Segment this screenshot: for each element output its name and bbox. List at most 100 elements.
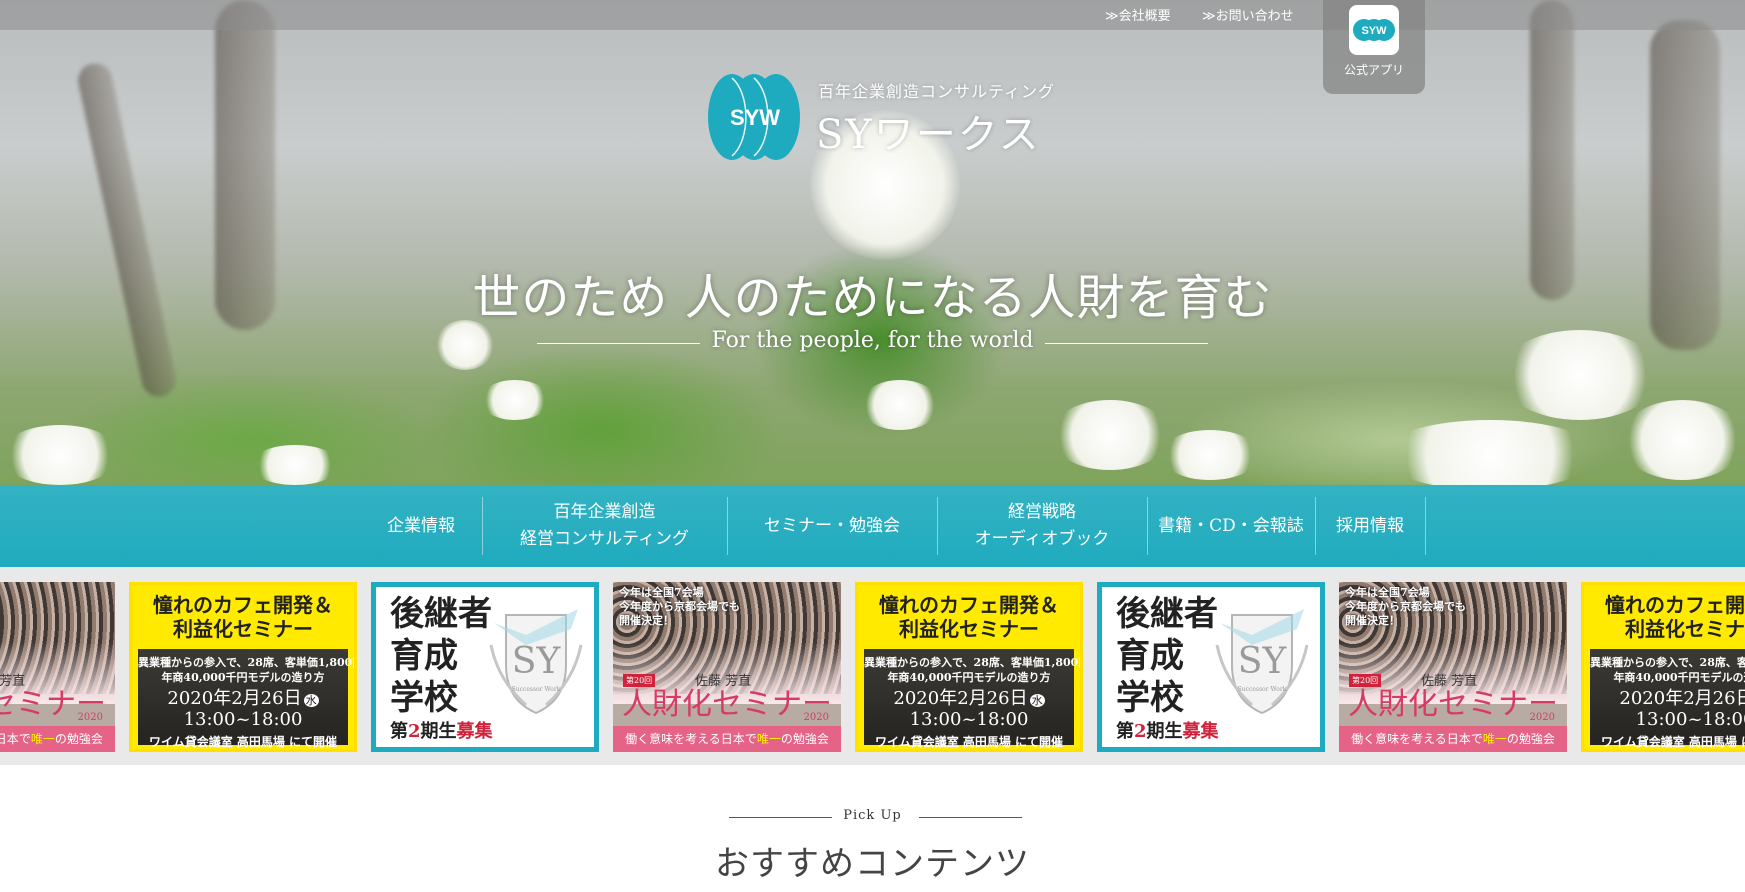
svg-text:SYW: SYW bbox=[1361, 25, 1387, 37]
contact-link[interactable]: ≫お問い合わせ bbox=[1202, 5, 1294, 24]
banner-tagline-text: の勉強会 bbox=[54, 732, 103, 746]
nav-item-recruit[interactable]: 採用情報 bbox=[1315, 485, 1425, 567]
weekday-badge: 水 bbox=[303, 694, 319, 707]
banner-tagline-text: 働く意味を考える日本で bbox=[625, 732, 757, 746]
banner-footer-number: 2 bbox=[1134, 721, 1147, 742]
nav-item-seminar[interactable]: セミナー・勉強会 bbox=[727, 485, 937, 567]
banner-title: 利益化セミナー bbox=[899, 617, 1039, 641]
banner-successor-school[interactable]: 後継者 育成 学校 SY Successor Work 第2期生募集 bbox=[371, 582, 599, 752]
nav-item-label: オーディオブック bbox=[974, 529, 1110, 549]
emblem-icon: SY Successor Work bbox=[489, 609, 583, 715]
banner-successor-school[interactable]: 後継者 育成 学校 SY Successor Work 第2期生募集 bbox=[1097, 582, 1325, 752]
banner-description: 年商40,000千円モデルの造り方 bbox=[1613, 671, 1745, 684]
banner-title: 利益化セミナー bbox=[173, 617, 313, 641]
nav-item-audiobook[interactable]: 経営戦略 オーディオブック bbox=[937, 485, 1147, 567]
company-overview-link[interactable]: ≫会社概要 bbox=[1105, 5, 1171, 24]
pickup-heading: おすすめコンテンツ bbox=[715, 844, 1030, 884]
banner-footer-text: 期生 bbox=[420, 721, 457, 742]
stamp-line: 今年は全国7会場 bbox=[1345, 586, 1430, 599]
banner-date: 2020年2月26日水 bbox=[864, 689, 1074, 711]
logo-mark-icon: SYW bbox=[708, 74, 800, 160]
banner-tagline-text: 働く意味を考える日本で bbox=[0, 732, 31, 746]
banner-title: 利益化セミナー bbox=[1625, 617, 1745, 641]
banner-title: 育成 bbox=[390, 636, 458, 676]
hero-tree bbox=[1530, 0, 1574, 300]
banner-time: 13:00~18:00 bbox=[183, 709, 303, 730]
banner-description: 異業種からの参入で、28席、客単価1,800円、 bbox=[864, 656, 1083, 669]
banner-venue: ワイム貸会議室 高田馬場 にて開催 bbox=[148, 735, 338, 749]
nav-item-label: 企業情報 bbox=[387, 515, 455, 536]
banner-year: 2020 bbox=[803, 712, 829, 723]
official-app-button[interactable]: SYW 公式アプリ bbox=[1323, 0, 1425, 94]
banner-date-text: 2020年2月26日 bbox=[893, 688, 1028, 709]
banner-footer: 第2期生募集 bbox=[1116, 717, 1219, 743]
banner-title: 憧れのカフェ開発＆ bbox=[1605, 593, 1745, 617]
hero-flower bbox=[1380, 420, 1600, 485]
banner-jinzai-seminar[interactable]: 今年は全国7会場 今年度から京都会場でも 開催決定！ 第20回 佐藤 芳直 人財化セ… bbox=[1339, 582, 1567, 752]
hero-flower bbox=[860, 380, 940, 430]
hero-flower bbox=[250, 445, 340, 485]
banner-cafe-seminar[interactable]: 憧れのカフェ開発＆ 利益化セミナー 異業種からの参入で、28席、客単価1,800… bbox=[855, 582, 1083, 752]
banner-detail-panel: 異業種からの参入で、28席、客単価1,800円、 年商40,000千円モデルの造… bbox=[864, 649, 1083, 749]
banner-year: 2020 bbox=[1529, 712, 1555, 723]
banner-title: 学校 bbox=[1116, 678, 1184, 718]
banner-date-text: 2020年2月26日 bbox=[1619, 688, 1745, 709]
banner-time: 13:00~18:00 bbox=[1635, 709, 1745, 730]
banner-detail-panel: 異業種からの参入で、28席、客単価1,800円、 年商40,000千円モデルの造… bbox=[138, 649, 354, 749]
banner-jinzai-seminar[interactable]: 今年は全国7会場 今年度から京都会場でも 開催決定！ 第20回 佐藤 芳直 人財化セ… bbox=[613, 582, 841, 752]
banner-carousel[interactable]: 佐藤 芳直 人財化セミナー 2020 働く意味を考える日本で唯一の勉強会 憧れの… bbox=[0, 567, 1745, 765]
edition-badge: 第20回 bbox=[1349, 674, 1382, 687]
hero-flower bbox=[1050, 400, 1170, 470]
banner-time: 13:00~18:00 bbox=[909, 709, 1029, 730]
banner-venue: ワイム貸会議室 高田馬場 にて開催 bbox=[874, 735, 1064, 749]
banner-cafe-seminar[interactable]: 憧れのカフェ開発＆ 利益化セミナー 異業種からの参入で、28席、客単価1,800… bbox=[129, 582, 357, 752]
banner-highlight: 唯一 bbox=[1482, 732, 1507, 746]
hero-tagline: 世のため 人のためになる人財を育む bbox=[472, 270, 1273, 326]
stamp-line: 今年度から京都会場でも bbox=[1345, 600, 1466, 613]
banner-date: 2020年2月26日水 bbox=[1590, 689, 1745, 711]
nav-item-label: 経営戦略 bbox=[1008, 502, 1076, 522]
hero-flower bbox=[1620, 400, 1745, 480]
nav-item-label: 経営コンサルティング bbox=[520, 529, 689, 549]
banner-date: 2020年2月26日水 bbox=[138, 689, 348, 711]
site-logo[interactable]: SYW 百年企業創造コンサルティング SYワークス bbox=[708, 72, 1054, 167]
banner-cafe-seminar[interactable]: 憧れのカフェ開発＆ 利益化セミナー 異業種からの参入で、28席、客単価1,800… bbox=[1581, 582, 1745, 752]
nav-item-label: 採用情報 bbox=[1336, 515, 1404, 536]
app-icon: SYW bbox=[1349, 5, 1399, 55]
logo-subtitle: 百年企業創造コンサルティング bbox=[818, 82, 1056, 101]
nav-separator bbox=[1425, 497, 1426, 555]
nav-item-company-info[interactable]: 企業情報 bbox=[360, 485, 482, 567]
banner-detail-panel: 異業種からの参入で、28席、客単価1,800円、 年商40,000千円モデルの造… bbox=[1590, 649, 1745, 749]
banner-footer: 第2期生募集 bbox=[390, 717, 493, 743]
hero-flower bbox=[480, 380, 550, 420]
stamp-line: 開催決定！ bbox=[1345, 614, 1400, 627]
banner-date-text: 2020年2月26日 bbox=[167, 688, 302, 709]
banner-venue: ワイム貸会議室 高田馬場 にて開催 bbox=[1600, 735, 1745, 749]
nav-item-books[interactable]: 書籍・CD・会報誌 bbox=[1147, 485, 1315, 567]
hero-flower bbox=[0, 425, 120, 485]
top-bar: ≫会社概要 ≫お問い合わせ bbox=[0, 0, 1745, 30]
banner-tagline-text: 働く意味を考える日本で bbox=[1351, 732, 1483, 746]
banner-description: 異業種からの参入で、28席、客単価1,800円、 bbox=[1590, 656, 1745, 669]
stamp-line: 今年は全国7会場 bbox=[619, 586, 704, 599]
hero-flower bbox=[1160, 430, 1260, 480]
banner-footer-text: 第 bbox=[1116, 721, 1134, 742]
banner-tagline: 働く意味を考える日本で唯一の勉強会 bbox=[1339, 726, 1567, 752]
pickup-label: Pick Up bbox=[843, 808, 902, 823]
banner-tagline: 働く意味を考える日本で唯一の勉強会 bbox=[0, 726, 115, 752]
banner-title: 憧れのカフェ開発＆ bbox=[879, 593, 1059, 617]
banner-title: 学校 bbox=[390, 678, 458, 718]
banner-jinzai-seminar[interactable]: 佐藤 芳直 人財化セミナー 2020 働く意味を考える日本で唯一の勉強会 bbox=[0, 582, 115, 752]
edition-badge: 第20回 bbox=[623, 674, 656, 687]
nav-item-label: 百年企業創造 bbox=[553, 502, 656, 522]
app-label: 公式アプリ bbox=[1343, 63, 1404, 77]
banner-tagline: 働く意味を考える日本で唯一の勉強会 bbox=[613, 726, 841, 752]
banner-stamp: 今年は全国7会場 今年度から京都会場でも 開催決定！ bbox=[1345, 586, 1466, 628]
nav-item-consulting[interactable]: 百年企業創造 経営コンサルティング bbox=[482, 485, 727, 567]
banner-year: 2020 bbox=[77, 712, 103, 723]
banner-footer-number: 2 bbox=[408, 721, 421, 742]
banner-description: 年商40,000千円モデルの造り方 bbox=[887, 671, 1051, 684]
logo-name: SYワークス bbox=[816, 112, 1041, 158]
banner-footer-highlight: 募集 bbox=[1182, 721, 1219, 742]
emblem-text: SY bbox=[512, 641, 562, 682]
